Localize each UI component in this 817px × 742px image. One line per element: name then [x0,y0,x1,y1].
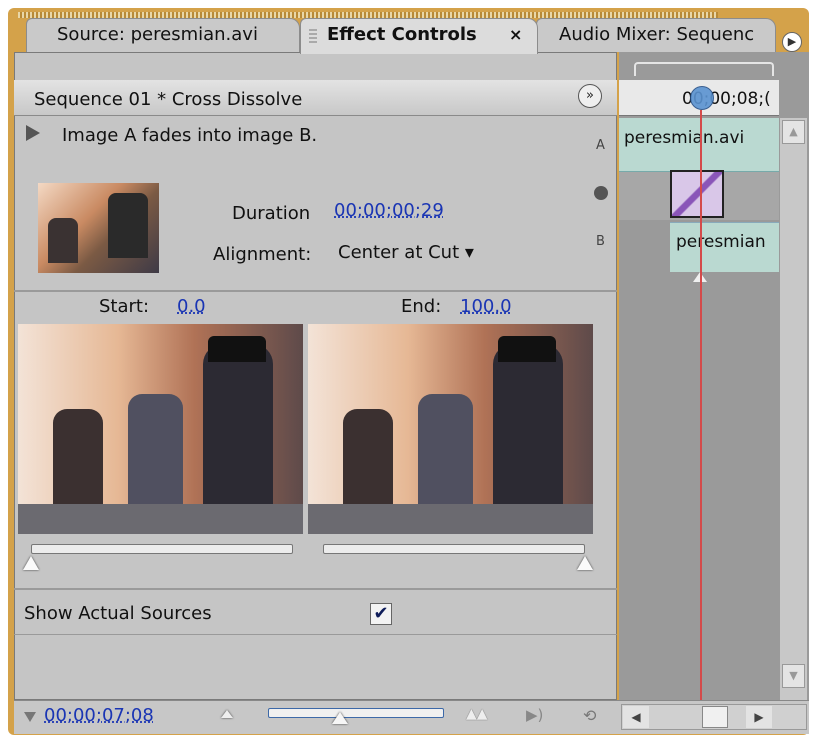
show-actual-sources-label: Show Actual Sources [24,603,212,624]
divider [14,588,617,590]
end-slider-handle[interactable] [577,556,593,570]
playhead-handle[interactable] [690,86,714,110]
loop-icon[interactable]: ⟲ [583,706,596,725]
show-hide-timeline-button[interactable]: » [578,84,602,108]
scroll-right-icon[interactable]: ▶ [746,706,772,728]
end-preview-image [308,324,593,534]
transition-block[interactable] [670,170,724,218]
tab-grip-icon[interactable] [309,29,317,45]
end-label: End: [401,296,442,317]
close-icon[interactable]: × [509,19,522,51]
duration-value[interactable]: 00;00;00;29 [334,200,444,221]
divider [14,290,617,292]
panel-menu-icon[interactable]: ▶ [782,32,802,52]
track-label-a: A [596,138,605,153]
timecode-menu-icon[interactable] [24,712,36,722]
play-transition-icon[interactable] [26,125,40,141]
start-value[interactable]: 0.0 [177,296,206,317]
tab-audio-mixer-label: Audio Mixer: Sequenc [559,24,755,45]
clip-a-label: peresmian.avi [624,128,745,148]
tab-source[interactable]: Source: peresmian.avi [26,18,300,52]
duration-label: Duration [232,203,311,224]
tab-effect-controls[interactable]: Effect Controls × [300,18,538,54]
vertical-scrollbar[interactable] [780,118,807,700]
scroll-up-icon[interactable]: ▲ [782,120,805,144]
transition-description: Image A fades into image B. [62,125,318,146]
show-actual-sources-checkbox[interactable]: ✔ [370,603,392,625]
tab-source-label: Source: peresmian.avi [57,24,258,45]
alignment-dropdown[interactable]: Center at Cut ▾ [338,242,474,263]
timeline-zoom-bar[interactable] [634,62,774,76]
current-timecode[interactable]: 00;00;07;08 [44,705,154,726]
track-label-b: B [596,234,605,249]
zoom-in-icon[interactable]: ▲▲ [466,706,488,722]
start-label: Start: [99,296,150,317]
transition-thumbnail [38,183,159,273]
tab-audio-mixer[interactable]: Audio Mixer: Sequenc [536,18,776,52]
scroll-thumb[interactable] [702,706,728,728]
start-slider[interactable] [31,544,293,554]
playhead-line[interactable] [700,110,702,700]
start-slider-handle[interactable] [23,556,39,570]
end-value[interactable]: 100.0 [460,296,512,317]
start-preview-image [18,324,303,534]
zoom-slider[interactable] [268,708,444,718]
tab-effect-controls-label: Effect Controls [327,24,477,45]
divider [14,634,617,635]
end-slider[interactable] [323,544,585,554]
reverse-icon[interactable] [594,186,608,200]
zoom-slider-handle[interactable] [332,712,348,724]
sequence-title: Sequence 01 * Cross Dissolve [34,89,303,110]
alignment-label: Alignment: [213,244,312,265]
scroll-down-icon[interactable]: ▼ [782,664,805,688]
scroll-left-icon[interactable]: ◀ [623,706,649,728]
zoom-out-icon[interactable] [221,710,233,718]
play-audio-icon[interactable]: ▶) [526,706,543,724]
clip-b-label: peresmian [676,232,766,252]
